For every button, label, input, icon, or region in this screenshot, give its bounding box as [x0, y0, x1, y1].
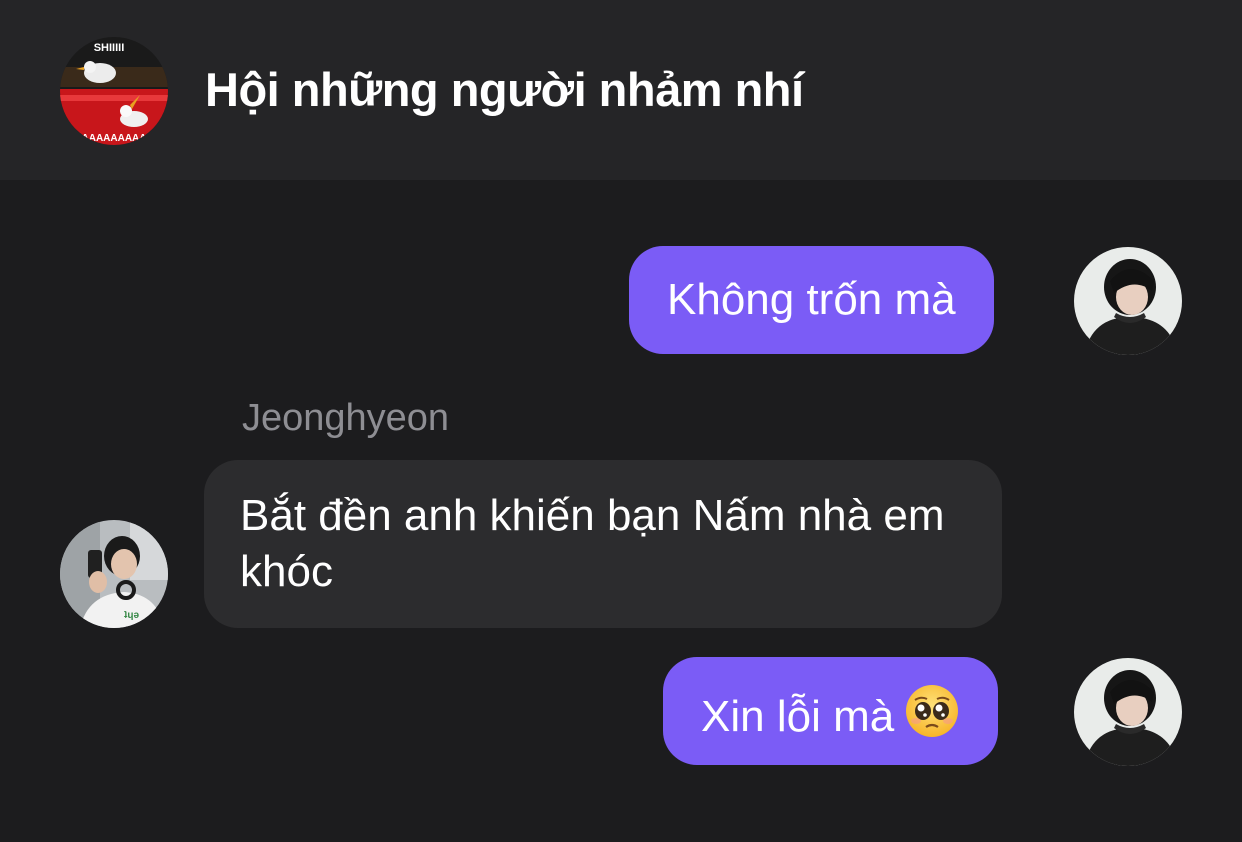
incoming-message-bubble[interactable]: Bắt đền anh khiến bạn Nấm nhà em khóc: [204, 460, 1002, 628]
avatar-caption-top: SHIIIII: [94, 42, 125, 54]
avatar-caption-bottom: AAAAAAAAA: [82, 133, 147, 144]
profile-photo: ʇɥǝ: [60, 520, 168, 628]
group-avatar-image: SHIIIII AAAAAAAAA: [60, 37, 168, 145]
message-text: Xin lỗi mà: [701, 692, 895, 741]
message-text: Bắt đền anh khiến bạn Nấm nhà em khóc: [240, 491, 945, 596]
chat-header: SHIIIII AAAAAAAAA Hội những người nhảm n…: [0, 0, 1242, 180]
sender-avatar[interactable]: ʇɥǝ: [60, 520, 168, 628]
profile-photo: [1074, 658, 1182, 766]
sender-name: Jeonghyeon: [242, 397, 450, 439]
group-title[interactable]: Hội những người nhảm nhí: [205, 62, 804, 117]
pleading-face-emoji-icon: [904, 683, 960, 753]
my-avatar[interactable]: [1074, 658, 1182, 766]
my-avatar[interactable]: [1074, 247, 1182, 355]
group-avatar[interactable]: SHIIIII AAAAAAAAA: [60, 37, 168, 145]
svg-text:ʇɥǝ: ʇɥǝ: [124, 610, 139, 621]
outgoing-message-bubble[interactable]: Xin lỗi mà: [663, 657, 999, 765]
profile-photo: [1074, 247, 1182, 355]
message-text: Không trốn mà: [667, 275, 956, 324]
outgoing-message-bubble[interactable]: Không trốn mà: [629, 246, 994, 354]
